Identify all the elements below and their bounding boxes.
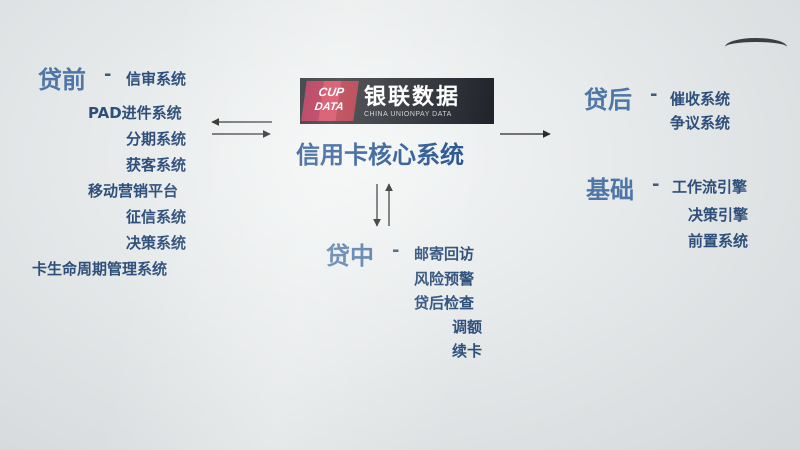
- flow-arrows: [211, 118, 551, 227]
